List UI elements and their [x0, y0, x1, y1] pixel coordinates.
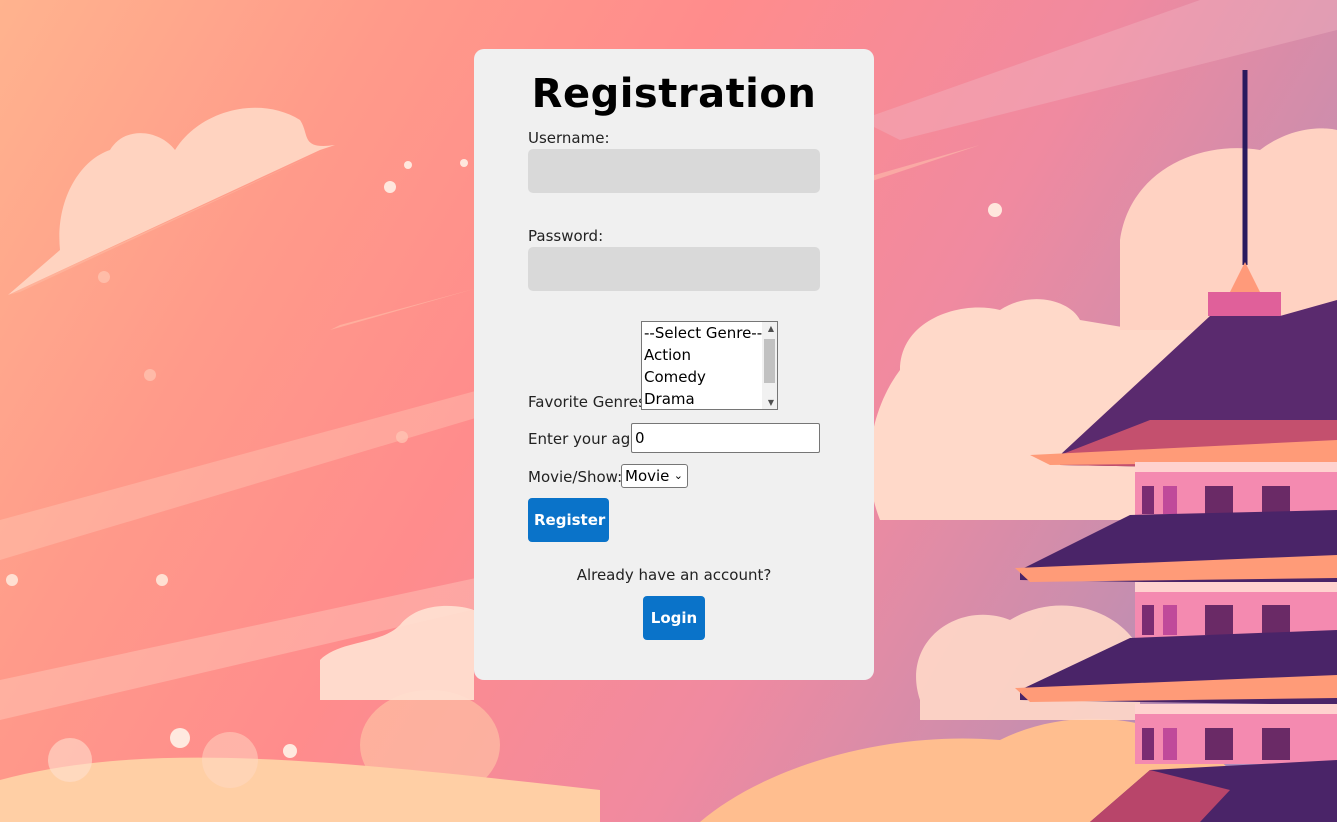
account-prompt: Already have an account?: [576, 566, 772, 584]
genre-option[interactable]: Action: [642, 344, 777, 366]
scroll-down-arrow-icon[interactable]: ▼: [768, 398, 774, 407]
username-label: Username:: [528, 129, 610, 147]
selected-option: Movie: [625, 467, 670, 485]
age-input[interactable]: 0: [631, 423, 820, 453]
scrollbar-thumb[interactable]: [764, 339, 775, 383]
password-label: Password:: [528, 227, 604, 245]
genres-listbox[interactable]: --Select Genre-- Action Comedy Drama ▲ ▼: [641, 321, 778, 410]
page-title: Registration: [531, 71, 817, 117]
register-button[interactable]: Register: [528, 498, 609, 542]
favorite-genres-label: Favorite Genres:: [528, 393, 652, 411]
movie-show-select[interactable]: Movie ⌄: [621, 464, 688, 488]
age-label: Enter your age: [528, 430, 640, 448]
scroll-up-arrow-icon[interactable]: ▲: [768, 324, 774, 333]
genre-option[interactable]: --Select Genre--: [642, 322, 777, 344]
movie-show-label: Movie/Show:: [528, 468, 623, 486]
password-field[interactable]: [528, 247, 820, 291]
chevron-down-icon: ⌄: [673, 469, 683, 482]
genre-option[interactable]: Comedy: [642, 366, 777, 388]
genre-option[interactable]: Drama: [642, 388, 777, 409]
username-field[interactable]: [528, 149, 820, 193]
registration-card: Registration Username: Password: Favorit…: [474, 49, 874, 680]
login-button[interactable]: Login: [643, 596, 705, 640]
listbox-scrollbar[interactable]: ▲ ▼: [762, 322, 777, 409]
